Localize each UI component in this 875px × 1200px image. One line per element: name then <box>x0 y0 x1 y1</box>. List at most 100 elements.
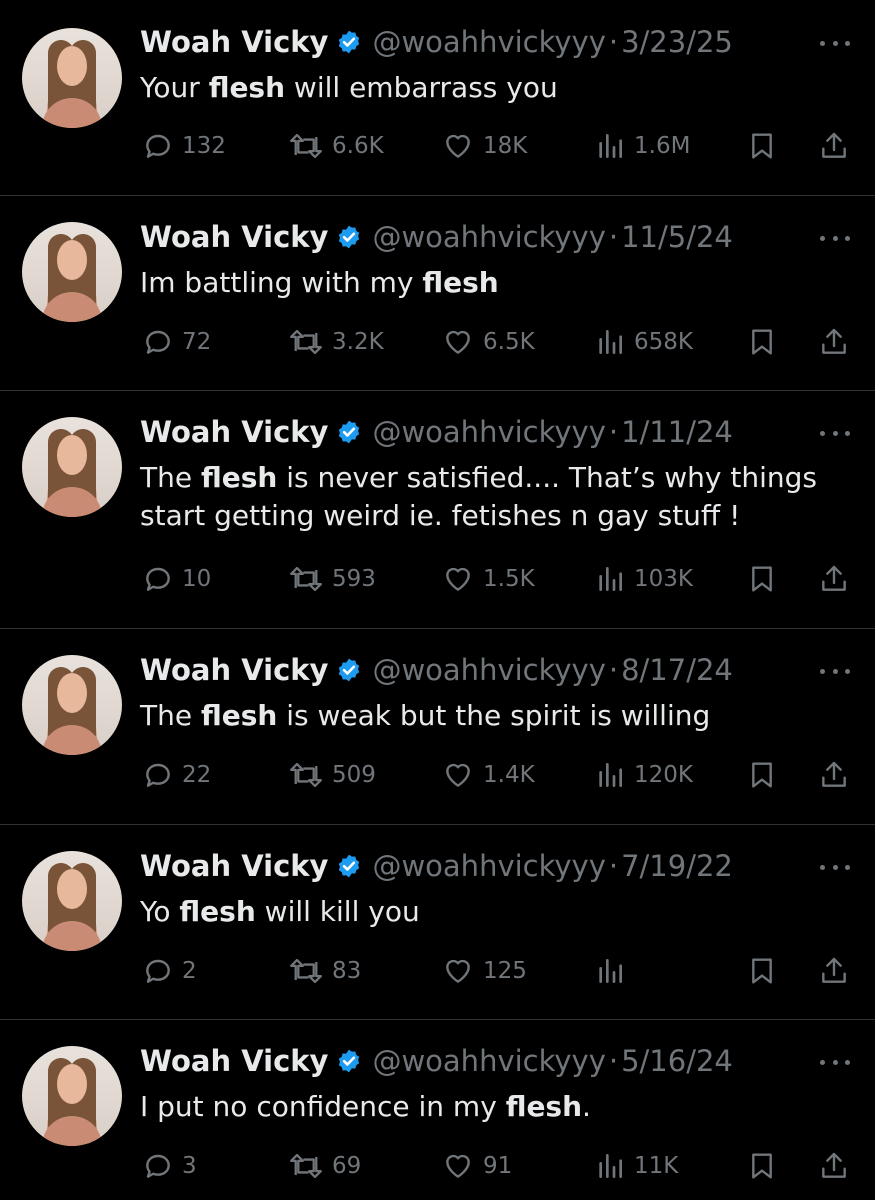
tweet-text-segment: will kill you <box>255 895 420 928</box>
reply-count: 3 <box>182 1153 197 1179</box>
author-name[interactable]: Woah Vicky <box>140 849 328 883</box>
like-button[interactable]: 1.4K <box>441 755 535 795</box>
more-dots-icon[interactable] <box>820 33 850 53</box>
author-handle[interactable]: @woahhvickyyy <box>372 415 605 449</box>
author-handle[interactable]: @woahhvickyyy <box>372 220 605 254</box>
retweet-arrows-icon <box>290 958 322 984</box>
author-name[interactable]: Woah Vicky <box>140 25 328 59</box>
views-button[interactable]: 103K <box>594 559 693 599</box>
retweet-button[interactable]: 69 <box>288 1146 361 1186</box>
tweet-date[interactable]: 5/16/24 <box>621 1044 733 1078</box>
tweet-text-segment: The <box>140 699 201 732</box>
tweet-date[interactable]: 3/23/25 <box>621 25 733 59</box>
author-name[interactable]: Woah Vicky <box>140 220 328 254</box>
author-handle[interactable]: @woahhvickyyy <box>372 653 605 687</box>
avatar[interactable] <box>22 222 122 322</box>
tweet[interactable]: Woah Vicky @woahhvickyyy · 11/5/24 Im ba… <box>0 196 875 390</box>
share-button[interactable] <box>818 559 850 599</box>
verified-badge-icon <box>336 419 362 445</box>
views-button[interactable]: 1.6M <box>594 126 690 166</box>
tweet-text: Im battling with my flesh <box>140 264 855 302</box>
tweet-text: The flesh is weak but the spirit is will… <box>140 697 855 735</box>
retweet-button[interactable]: 3.2K <box>288 322 384 362</box>
action-bar: 10 593 1.5K 103K <box>0 559 875 599</box>
author-name[interactable]: Woah Vicky <box>140 653 328 687</box>
bookmark-button[interactable] <box>746 755 778 795</box>
highlighted-word: flesh <box>179 895 256 928</box>
avatar[interactable] <box>22 851 122 951</box>
tweet-header: Woah Vicky @woahhvickyyy · 3/23/25 <box>140 22 733 62</box>
bookmark-icon <box>752 133 772 159</box>
like-button[interactable]: 125 <box>441 951 527 991</box>
more-dots-icon[interactable] <box>820 228 850 248</box>
reply-button[interactable]: 72 <box>142 322 211 362</box>
tweet-text-segment: Im battling with my <box>140 266 423 299</box>
bookmark-button[interactable] <box>746 322 778 362</box>
retweet-button[interactable]: 6.6K <box>288 126 384 166</box>
author-handle[interactable]: @woahhvickyyy <box>372 849 605 883</box>
reply-button[interactable]: 10 <box>142 559 211 599</box>
reply-button[interactable]: 22 <box>142 755 211 795</box>
reply-button[interactable]: 2 <box>142 951 197 991</box>
retweet-button[interactable]: 83 <box>288 951 361 991</box>
author-handle[interactable]: @woahhvickyyy <box>372 25 605 59</box>
tweet[interactable]: Woah Vicky @woahhvickyyy · 3/23/25 Your … <box>0 0 875 195</box>
avatar[interactable] <box>22 417 122 517</box>
more-dots-icon[interactable] <box>820 423 850 443</box>
reply-button[interactable]: 3 <box>142 1146 197 1186</box>
author-handle[interactable]: @woahhvickyyy <box>372 1044 605 1078</box>
author-name[interactable]: Woah Vicky <box>140 415 328 449</box>
more-dots-icon[interactable] <box>820 1052 850 1072</box>
verified-badge-icon <box>336 1048 362 1074</box>
views-button[interactable] <box>594 951 634 991</box>
views-button[interactable]: 11K <box>594 1146 678 1186</box>
tweet[interactable]: Woah Vicky @woahhvickyyy · 7/19/22 Yo fl… <box>0 825 875 1019</box>
tweet[interactable]: Woah Vicky @woahhvickyyy · 5/16/24 I put… <box>0 1020 875 1200</box>
retweet-count: 69 <box>332 1153 362 1179</box>
more-dots-icon[interactable] <box>820 857 850 877</box>
tweet[interactable]: Woah Vicky @woahhvickyyy · 8/17/24 The f… <box>0 629 875 824</box>
like-count: 91 <box>483 1153 513 1179</box>
tweet[interactable]: Woah Vicky @woahhvickyyy · 1/11/24 The f… <box>0 391 875 628</box>
verified-badge-icon <box>336 657 362 683</box>
retweet-button[interactable]: 509 <box>288 755 376 795</box>
share-button[interactable] <box>818 126 850 166</box>
retweet-count: 593 <box>332 566 376 592</box>
share-button[interactable] <box>818 322 850 362</box>
tweet-text: Your flesh will embarrass you <box>140 69 855 107</box>
share-upload-icon <box>822 132 846 158</box>
retweet-button[interactable]: 593 <box>288 559 376 599</box>
avatar[interactable] <box>22 1046 122 1146</box>
like-button[interactable]: 1.5K <box>441 559 535 599</box>
like-button[interactable]: 18K <box>441 126 527 166</box>
tweet-text-segment: The <box>140 461 201 494</box>
tweet-date[interactable]: 11/5/24 <box>621 220 733 254</box>
separator-dot: · <box>608 415 619 449</box>
action-bar: 3 69 91 11K <box>0 1146 875 1186</box>
share-button[interactable] <box>818 755 850 795</box>
bookmark-button[interactable] <box>746 126 778 166</box>
verified-badge-icon <box>336 224 362 250</box>
avatar[interactable] <box>22 28 122 128</box>
avatar[interactable] <box>22 655 122 755</box>
action-bar: 72 3.2K 6.5K 658K <box>0 322 875 362</box>
bookmark-button[interactable] <box>746 559 778 599</box>
action-bar: 132 6.6K 18K 1.6M <box>0 126 875 166</box>
like-button[interactable]: 6.5K <box>441 322 535 362</box>
tweet-date[interactable]: 8/17/24 <box>621 653 733 687</box>
views-button[interactable]: 120K <box>594 755 693 795</box>
tweet-date[interactable]: 1/11/24 <box>621 415 733 449</box>
more-dots-icon[interactable] <box>820 661 850 681</box>
bookmark-icon <box>752 958 772 984</box>
tweet-header: Woah Vicky @woahhvickyyy · 11/5/24 <box>140 217 733 257</box>
tweet-date[interactable]: 7/19/22 <box>621 849 733 883</box>
bookmark-button[interactable] <box>746 1146 778 1186</box>
reply-count: 10 <box>182 566 212 592</box>
like-button[interactable]: 91 <box>441 1146 512 1186</box>
share-button[interactable] <box>818 951 850 991</box>
author-name[interactable]: Woah Vicky <box>140 1044 328 1078</box>
reply-button[interactable]: 132 <box>142 126 226 166</box>
share-button[interactable] <box>818 1146 850 1186</box>
views-button[interactable]: 658K <box>594 322 693 362</box>
bookmark-button[interactable] <box>746 951 778 991</box>
